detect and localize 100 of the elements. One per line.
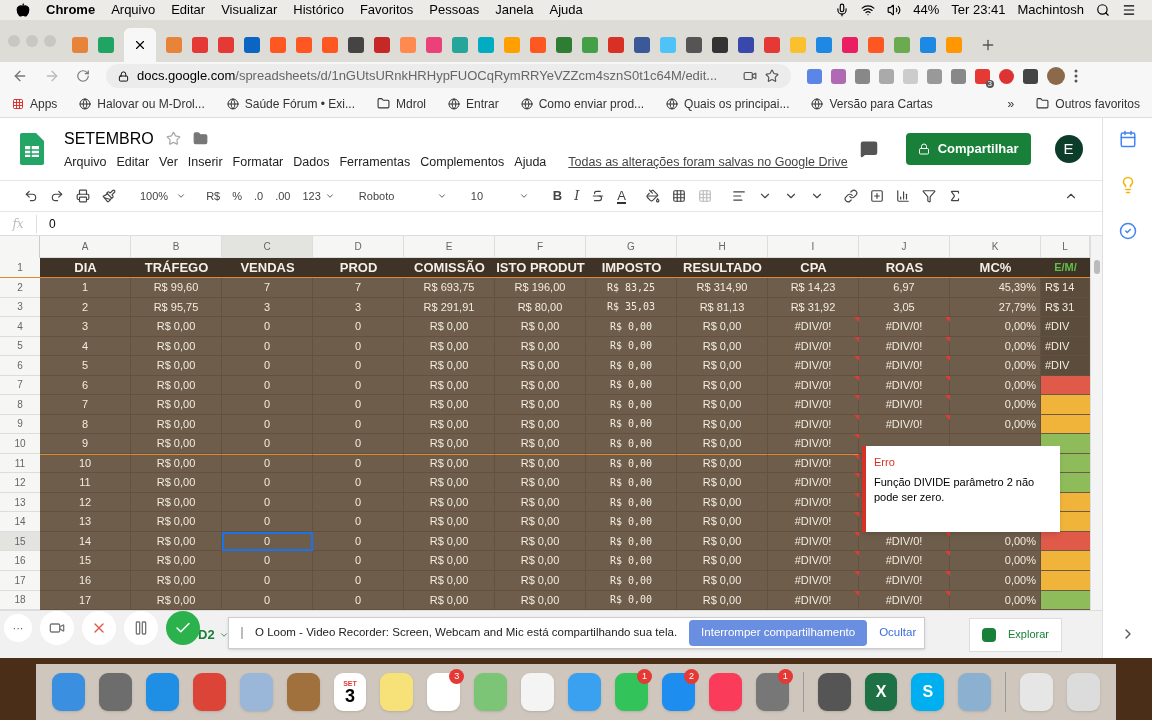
row-header[interactable]: 8: [0, 395, 40, 415]
back-icon[interactable]: [12, 68, 28, 84]
tab-favicon[interactable]: [920, 37, 936, 53]
tab-favicon[interactable]: [686, 37, 702, 53]
decrease-decimal[interactable]: .0: [254, 187, 264, 205]
search-icon[interactable]: [1096, 3, 1110, 17]
bookmark-link[interactable]: Saúde Fórum • Exi...: [226, 94, 355, 113]
zoom-select[interactable]: 100%: [140, 187, 187, 205]
profile-avatar[interactable]: [1047, 67, 1065, 85]
row-header[interactable]: 10: [0, 434, 40, 454]
font-size-select[interactable]: 10: [470, 187, 529, 205]
menu-icon[interactable]: [1122, 3, 1136, 17]
bold-button[interactable]: B: [552, 186, 563, 206]
menu-item[interactable]: Inserir: [187, 152, 223, 172]
increase-decimal[interactable]: .00: [275, 187, 291, 205]
tab-favicon[interactable]: [244, 37, 260, 53]
tab-favicon[interactable]: [556, 37, 572, 53]
percent-format[interactable]: %: [232, 187, 242, 205]
comments-icon[interactable]: [859, 140, 878, 158]
italic-button[interactable]: I: [574, 186, 580, 206]
share-button[interactable]: Compartilhar: [905, 133, 1031, 165]
pause-button[interactable]: [124, 611, 158, 645]
dock-app-icon[interactable]: [286, 673, 320, 711]
comment-icon[interactable]: [870, 189, 885, 203]
bookmark-link[interactable]: Quais os principai...: [666, 94, 790, 113]
dock-app-icon[interactable]: [145, 673, 179, 711]
menu-item[interactable]: Ajuda: [514, 152, 547, 172]
tab-favicon[interactable]: [712, 37, 728, 53]
tab-favicon[interactable]: [426, 37, 442, 53]
font-select[interactable]: Roboto: [358, 187, 447, 205]
menu-dots-icon[interactable]: [1074, 69, 1078, 83]
microphone-icon[interactable]: [835, 3, 850, 17]
tab-favicon[interactable]: [894, 37, 910, 53]
cancel-button[interactable]: [82, 611, 116, 645]
dock-app-icon[interactable]: [98, 673, 132, 711]
align-icon[interactable]: [732, 189, 747, 203]
text-color-button[interactable]: A: [617, 188, 627, 204]
redo-icon[interactable]: [50, 189, 64, 203]
clock[interactable]: Ter 23:41: [951, 0, 1006, 20]
dock-app-icon[interactable]: X: [864, 673, 898, 711]
row-header[interactable]: 9: [0, 414, 40, 435]
tab-favicon[interactable]: [582, 37, 598, 53]
undo-icon[interactable]: [24, 189, 38, 203]
menu-item[interactable]: Arquivo: [111, 0, 156, 20]
camera-button[interactable]: [40, 611, 74, 645]
menu-item[interactable]: Visualizar: [221, 0, 278, 20]
bookmark-link[interactable]: Mdrol: [377, 94, 426, 113]
row-header[interactable]: 14: [0, 512, 40, 532]
tab-favicon[interactable]: [608, 37, 624, 53]
apple-icon[interactable]: [16, 3, 30, 17]
column-header[interactable]: C: [222, 236, 313, 258]
link-icon[interactable]: [844, 189, 859, 203]
tab-favicon[interactable]: [868, 37, 884, 53]
new-tab-icon[interactable]: [980, 37, 996, 53]
bookmark-folder[interactable]: Outros favoritos: [1036, 94, 1140, 113]
explore-button[interactable]: Explorar: [969, 617, 1062, 652]
extension-icon[interactable]: [999, 68, 1014, 84]
menu-item[interactable]: Ajuda: [549, 0, 583, 20]
menu-item[interactable]: Pessoas: [429, 0, 480, 20]
row-header[interactable]: 17: [0, 570, 40, 591]
star-icon[interactable]: [165, 131, 181, 147]
strikethrough-icon[interactable]: [591, 189, 606, 203]
row-header[interactable]: 2: [0, 278, 40, 298]
row-header[interactable]: 6: [0, 356, 40, 376]
row-header[interactable]: 18: [0, 590, 40, 611]
menu-item[interactable]: Arquivo: [64, 152, 107, 172]
calendar-icon[interactable]: [1118, 130, 1137, 148]
bookmark-link[interactable]: Entrar: [448, 94, 499, 113]
document-title[interactable]: SETEMBRO: [64, 126, 154, 151]
reload-icon[interactable]: [76, 69, 90, 83]
menu-item[interactable]: Formatar: [232, 152, 284, 172]
row-header[interactable]: 15: [0, 531, 40, 552]
tab-favicon[interactable]: [296, 37, 312, 53]
number-format-select[interactable]: 123: [302, 187, 335, 205]
row-header[interactable]: 11: [0, 453, 40, 474]
tab-favicon[interactable]: [348, 37, 364, 53]
tab-favicon[interactable]: [270, 37, 286, 53]
menu-item[interactable]: Ferramentas: [339, 152, 411, 172]
battery-percent[interactable]: 44%: [913, 0, 940, 20]
row-header[interactable]: 7: [0, 375, 40, 396]
menu-item[interactable]: Histórico: [293, 0, 344, 20]
menu-item[interactable]: Janela: [495, 0, 534, 20]
row-header[interactable]: 4: [0, 317, 40, 337]
tab-favicon[interactable]: [764, 37, 780, 53]
bookmark-star-icon[interactable]: [765, 69, 779, 83]
row-header[interactable]: 13: [0, 492, 40, 513]
account-avatar[interactable]: E: [1054, 135, 1083, 163]
app-menu[interactable]: Chrome: [46, 0, 96, 20]
dock-app-icon[interactable]: [192, 673, 226, 711]
tab-favicon[interactable]: [192, 37, 208, 53]
menu-item[interactable]: Complementos: [420, 152, 505, 172]
menu-item[interactable]: Dados: [293, 152, 330, 172]
tab-favicon[interactable]: [98, 37, 114, 53]
bookmark-link[interactable]: Halovar ou M-Drol...: [79, 94, 205, 113]
save-status-link[interactable]: Todas as alterações foram salvas no Google Drive: [568, 152, 848, 172]
dock-app-icon[interactable]: [817, 673, 851, 711]
sheets-logo-icon[interactable]: [20, 133, 44, 165]
chart-icon[interactable]: [896, 189, 911, 203]
row-header[interactable]: 5: [0, 336, 40, 357]
row-header[interactable]: 3: [0, 297, 40, 318]
